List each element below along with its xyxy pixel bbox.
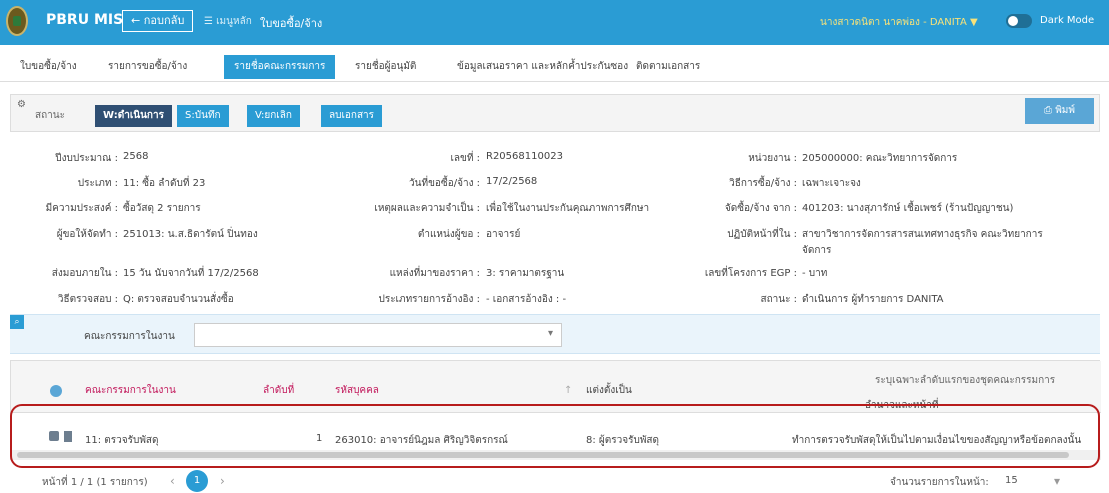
user-menu[interactable]: นางสาวดนิตา นาคพ่อง - DANITA ▼ [820,15,978,30]
type-value: 11: ซื้อ ลำดับที่ 23 [123,178,206,189]
dark-mode-label: Dark Mode [1040,15,1095,26]
reason-value: เพื่อใช้ในงานประกันคุณภาพการศึกษา [486,203,650,214]
tab-quotation[interactable]: ข้อมูลเสนอราคา และหลักค้ำประกันซอง [457,55,628,79]
state-label: สถานะ : [760,294,797,305]
egp-label: เลขที่โครงการ EGP : [704,268,797,279]
current-page-button[interactable]: 1 [186,470,208,492]
delivery-value: 15 วัน นับจากวันที่ 17/2/2568 [123,268,259,279]
page-info: หน้าที่ 1 / 1 (1 รายการ) [42,477,148,488]
per-page-dropdown-icon[interactable]: ▾ [1054,474,1060,488]
header-first-order-note: ระบุเฉพาะลำดับแรกของชุดคณะกรรมการ [875,375,1056,386]
budget-label: ปีงบประมาณ : [55,153,118,164]
grid-settings-icon[interactable] [50,385,62,397]
duty-value-line2: จัดการ [802,245,832,256]
method-value: เฉพาะเจาะจง [802,178,861,189]
doc-number-label: เลขที่ : [450,153,480,164]
type-label: ประเภท : [77,178,118,189]
header-order[interactable]: ลำดับที่ [263,383,294,398]
doc-number-value: R20568110023 [486,151,563,162]
tab-request-items[interactable]: รายการขอซื้อ/จ้าง [108,55,187,79]
purpose-value: ซื้อวัสดุ 2 รายการ [123,203,201,214]
search-icon: ⌕ [10,315,24,329]
per-page-value[interactable]: 15 [1005,475,1018,486]
reason-label: เหตุผลและความจำเป็น : [374,203,480,214]
dark-mode-toggle[interactable] [1006,14,1032,28]
next-page-icon[interactable]: › [220,474,225,488]
filter-label: คณะกรรมการในงาน [84,331,175,342]
method-label: วิธีการซื้อ/จ้าง : [729,178,797,189]
sort-icon[interactable]: ↑ [564,385,572,396]
status-cancel-button[interactable]: V:ยกเลิก [247,105,300,127]
requester-value: 251013: น.ส.ธิดารัตน์ ปิ่นทอง [123,229,258,240]
request-date-label: วันที่ขอซื้อ/จ้าง : [409,178,480,189]
status-working-button[interactable]: W:ดำเนินการ [95,105,172,127]
print-button[interactable]: ⎙ พิมพ์ [1025,98,1094,124]
delivery-label: ส่งมอบภายใน : [51,268,118,279]
breadcrumb: ใบขอซื้อ/จ้าง [260,17,323,30]
main-menu-link[interactable]: ☰ เมนูหลัก [204,14,252,29]
unit-label: หน่วยงาน : [748,153,797,164]
top-bar: PBRU MIS ← กอบกลับ ☰ เมนูหลัก ใบขอซื้อ/จ… [0,0,1109,45]
status-label: สถานะ [35,110,65,121]
university-logo [6,6,28,36]
header-committee[interactable]: คณะกรรมการในงาน [85,383,176,398]
reference-value: - เอกสารอ้างอิง : - [486,294,567,305]
tab-bar: ใบขอซื้อ/จ้าง รายการขอซื้อ/จ้าง รายชื่อค… [0,45,1109,82]
duty-value: สาขาวิชาการจัดการสารสนเทศทางธุรกิจ คณะวิ… [802,229,1043,240]
tab-purchase-request[interactable]: ใบขอซื้อ/จ้าง [20,55,77,79]
purpose-label: มีความประสงค์ : [45,203,118,214]
tab-committee[interactable]: รายชื่อคณะกรรมการ [224,55,336,79]
vendor-value: 401203: นางสุภารักษ์ เชื้อเพชร์ (ร้านปัญ… [802,203,1014,214]
highlight-annotation [10,404,1100,468]
delete-document-button[interactable]: ลบเอกสาร [321,105,383,127]
request-date-value: 17/2/2568 [486,176,538,187]
previous-page-icon[interactable]: ‹ [170,474,175,488]
tab-approvers[interactable]: รายชื่อผู้อนุมัติ [355,55,416,79]
position-value: อาจารย์ [486,229,521,240]
state-value: ดำเนินการ ผู้ทำรายการ DANITA [802,294,944,305]
vendor-label: จัดซื้อ/จ้าง จาก : [724,203,797,214]
duty-label: ปฏิบัติหน้าที่ใน : [727,229,797,240]
requester-label: ผู้ขอให้จัดทำ : [56,229,118,240]
position-label: ตำแหน่งผู้ขอ : [417,229,480,240]
per-page-label: จำนวนรายการในหน้า: [890,477,989,488]
header-person[interactable]: รหัสบุคคล [335,383,379,398]
reference-label: ประเภทรายการอ้างอิง : [378,294,480,305]
tab-tracking[interactable]: ติดตามเอกสาร [636,55,700,79]
egp-value: - บาท [802,268,828,279]
unit-value: 205000000: คณะวิทยาการจัดการ [802,153,958,164]
status-panel: ⚙ สถานะ W:ดำเนินการ S:บันทึก V:ยกเลิก ลบ… [10,94,1100,132]
pagination-bar: หน้าที่ 1 / 1 (1 รายการ) ‹ 1 › จำนวนรายก… [10,470,1100,492]
settings-icon: ⚙ [17,99,26,110]
inspection-label: วิธีตรวจสอบ : [57,294,118,305]
app-title: PBRU MIS [46,12,124,28]
price-source-label: แหล่งที่มาของราคา : [389,268,480,279]
price-source-value: 3: ราคามาตรฐาน [486,268,565,279]
document-info: ปีงบประมาณ : 2568 ประเภท : 11: ซื้อ ลำดั… [10,142,1100,312]
budget-value: 2568 [123,151,149,162]
committee-filter-select[interactable] [194,323,562,347]
filter-bar: ⌕ คณะกรรมการในงาน [10,314,1100,354]
header-role[interactable]: แต่งตั้งเป็น [586,383,632,398]
status-saved-button[interactable]: S:บันทึก [177,105,229,127]
back-button[interactable]: ← กอบกลับ [122,10,194,32]
inspection-value: Q: ตรวจสอบจำนวนสั่งซื้อ [123,294,234,305]
